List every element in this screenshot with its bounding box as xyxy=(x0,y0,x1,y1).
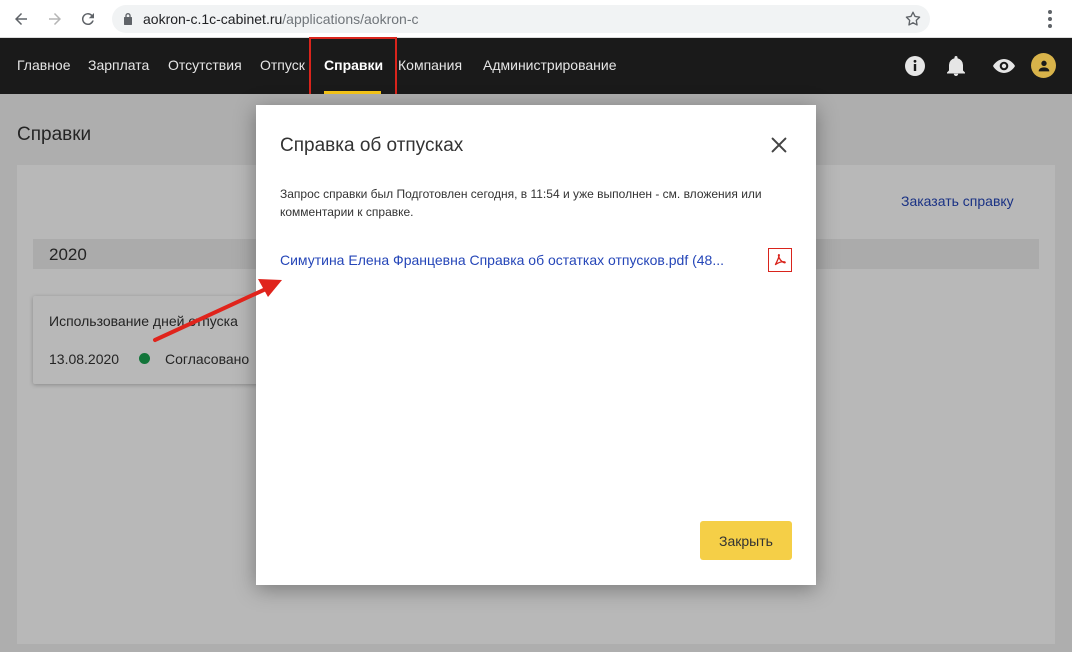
bookmark-star-icon[interactable] xyxy=(904,10,922,28)
close-icon[interactable] xyxy=(768,134,790,156)
user-avatar[interactable] xyxy=(1031,53,1056,78)
url-text: aokron-c.1c-cabinet.ru/applications/aokr… xyxy=(143,11,418,27)
url-path: /applications/aokron-c xyxy=(282,11,419,27)
back-arrow-icon[interactable] xyxy=(9,7,33,31)
eye-icon[interactable] xyxy=(992,54,1016,78)
nav-item-administration[interactable]: Администрирование xyxy=(483,57,617,73)
nav-item-vacation[interactable]: Отпуск xyxy=(260,57,305,73)
address-bar[interactable]: aokron-c.1c-cabinet.ru/applications/aokr… xyxy=(112,5,930,33)
nav-item-main[interactable]: Главное xyxy=(17,57,71,73)
browser-toolbar: aokron-c.1c-cabinet.ru/applications/aokr… xyxy=(0,0,1072,38)
attachment-file-link[interactable]: Симутина Елена Францевна Справка об оста… xyxy=(280,252,750,268)
forward-arrow-icon[interactable] xyxy=(43,7,67,31)
info-icon[interactable] xyxy=(903,54,927,78)
dialog-title: Справка об отпусках xyxy=(280,135,464,156)
user-icon xyxy=(1038,60,1049,71)
nav-item-absences[interactable]: Отсутствия xyxy=(168,57,242,73)
close-dialog-button[interactable]: Закрыть xyxy=(700,521,792,560)
url-host: aokron-c.1c-cabinet.ru xyxy=(143,11,283,27)
dialog-message: Запрос справки был Подготовлен сегодня, … xyxy=(280,187,762,219)
bell-icon[interactable] xyxy=(944,54,968,78)
nav-item-company[interactable]: Компания xyxy=(398,57,462,73)
nav-item-salary[interactable]: Зарплата xyxy=(88,57,149,73)
lock-icon xyxy=(124,13,132,25)
certificate-dialog: Справка об отпусках Запрос справки был П… xyxy=(256,105,816,585)
browser-menu-icon[interactable] xyxy=(1040,8,1060,30)
highlight-annotation-box xyxy=(309,37,397,100)
pdf-file-icon[interactable] xyxy=(768,248,792,272)
reload-icon[interactable] xyxy=(76,7,100,31)
